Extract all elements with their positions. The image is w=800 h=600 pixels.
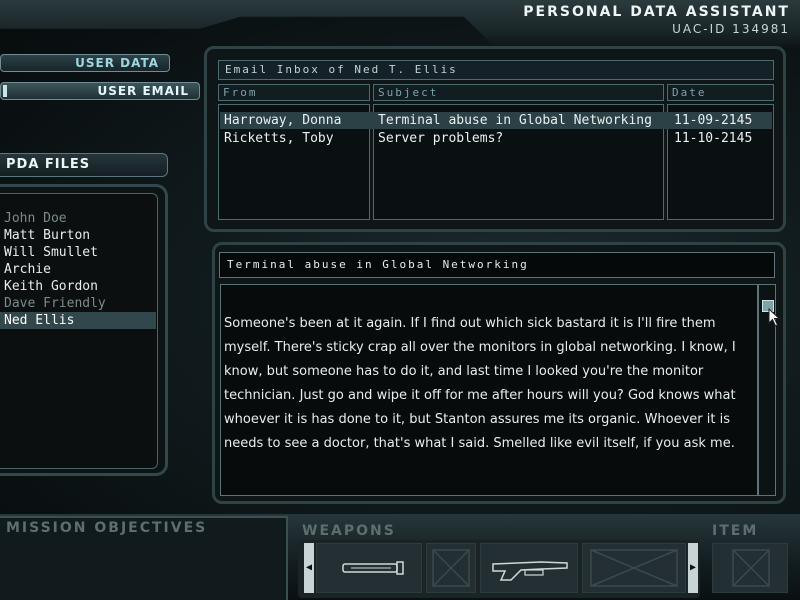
email-date: 11-10-2145 xyxy=(674,131,753,146)
weapon-slot-shotgun[interactable] xyxy=(480,543,578,593)
tab-user-email[interactable]: USER EMAIL xyxy=(0,82,200,100)
column-header-from[interactable]: From xyxy=(218,84,370,101)
weapons-label: WEAPONS xyxy=(302,523,396,539)
empty-slot-icon xyxy=(732,549,770,587)
item-label: ITEM xyxy=(712,523,759,539)
tab-user-data[interactable]: USER DATA xyxy=(0,54,170,72)
pda-file-john-doe[interactable]: John Doe xyxy=(0,210,156,227)
item-slot[interactable] xyxy=(712,543,788,593)
column-header-date[interactable]: Date xyxy=(667,84,774,101)
mission-objectives-label: MISSION OBJECTIVES xyxy=(6,520,208,536)
email-from: Harroway, Donna xyxy=(224,113,342,128)
active-tab-marker xyxy=(3,85,7,97)
pda-file-will-smullet[interactable]: Will Smullet xyxy=(0,244,156,261)
pda-file-ned-ellis[interactable]: Ned Ellis xyxy=(0,312,156,329)
weapon-slot-empty[interactable] xyxy=(582,543,686,593)
email-row[interactable]: Ricketts, Toby Server problems? 11-10-21… xyxy=(220,130,772,147)
flashlight-icon xyxy=(342,561,404,575)
pda-file-dave-friendly[interactable]: Dave Friendly xyxy=(0,295,156,312)
column-header-subject[interactable]: Subject xyxy=(373,84,664,101)
page-title: PERSONAL DATA ASSISTANT xyxy=(523,4,790,20)
message-subject: Terminal abuse in Global Networking xyxy=(219,252,775,278)
email-date: 11-09-2145 xyxy=(674,113,753,128)
pda-files-panel: John Doe Matt Burton Will Smullet Archie… xyxy=(0,184,168,476)
pda-file-keith-gordon[interactable]: Keith Gordon xyxy=(0,278,156,295)
email-subject: Terminal abuse in Global Networking xyxy=(378,113,652,128)
email-subject: Server problems? xyxy=(378,131,504,146)
weapon-slot-flashlight[interactable] xyxy=(316,543,422,593)
pda-files-heading: PDA FILES xyxy=(0,153,168,177)
email-row[interactable]: Harroway, Donna Terminal abuse in Global… xyxy=(220,112,772,129)
empty-slot-icon xyxy=(432,549,470,587)
pda-file-matt-burton[interactable]: Matt Burton xyxy=(0,227,156,244)
mouse-cursor-icon xyxy=(768,308,781,327)
tab-user-email-label: USER EMAIL xyxy=(97,84,189,98)
tab-user-data-label: USER DATA xyxy=(75,56,159,70)
pda-file-archie[interactable]: Archie xyxy=(0,261,156,278)
weapon-slot-empty[interactable] xyxy=(426,543,476,593)
empty-slot-icon xyxy=(590,549,678,587)
weapon-prev-arrow[interactable]: ◀ xyxy=(304,543,314,593)
weapon-next-arrow[interactable]: ▶ xyxy=(688,543,698,593)
uac-id: UAC-ID 134981 xyxy=(672,22,790,36)
message-body: Someone's been at it again. If I find ou… xyxy=(224,316,736,451)
inbox-title: Email Inbox of Ned T. Ellis xyxy=(218,60,774,80)
email-from: Ricketts, Toby xyxy=(224,131,334,146)
pda-files-list: John Doe Matt Burton Will Smullet Archie… xyxy=(0,193,158,469)
shotgun-icon xyxy=(492,561,568,581)
